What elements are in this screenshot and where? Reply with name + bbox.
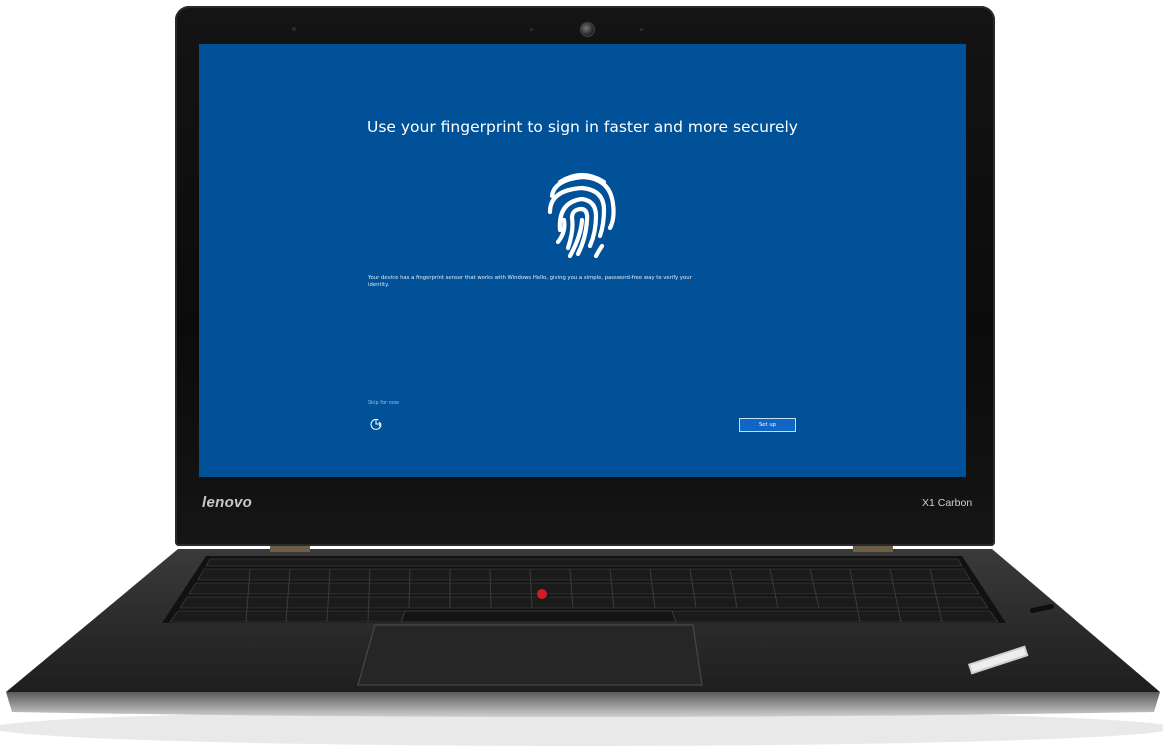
description-text: Your device has a fingerprint sensor tha… [368,275,692,288]
laptop: Use your fingerprint to sign in faster a… [0,0,1163,752]
sensor-dot [640,28,643,31]
lenovo-logo: lenovo [202,494,253,511]
sensor-dot [292,27,296,31]
page-title: Use your fingerprint to sign in faster a… [367,118,798,136]
sensor-dot [530,28,533,31]
windows-hello-setup-screen: Use your fingerprint to sign in faster a… [199,44,966,477]
ease-of-access-icon[interactable] [369,417,383,431]
fingerprint-icon [547,172,616,259]
skip-for-now-link[interactable]: Skip for now [368,400,399,406]
model-label: X1 Carbon [922,497,973,509]
webcam [580,22,595,37]
set-up-button[interactable]: Set up [739,418,796,432]
